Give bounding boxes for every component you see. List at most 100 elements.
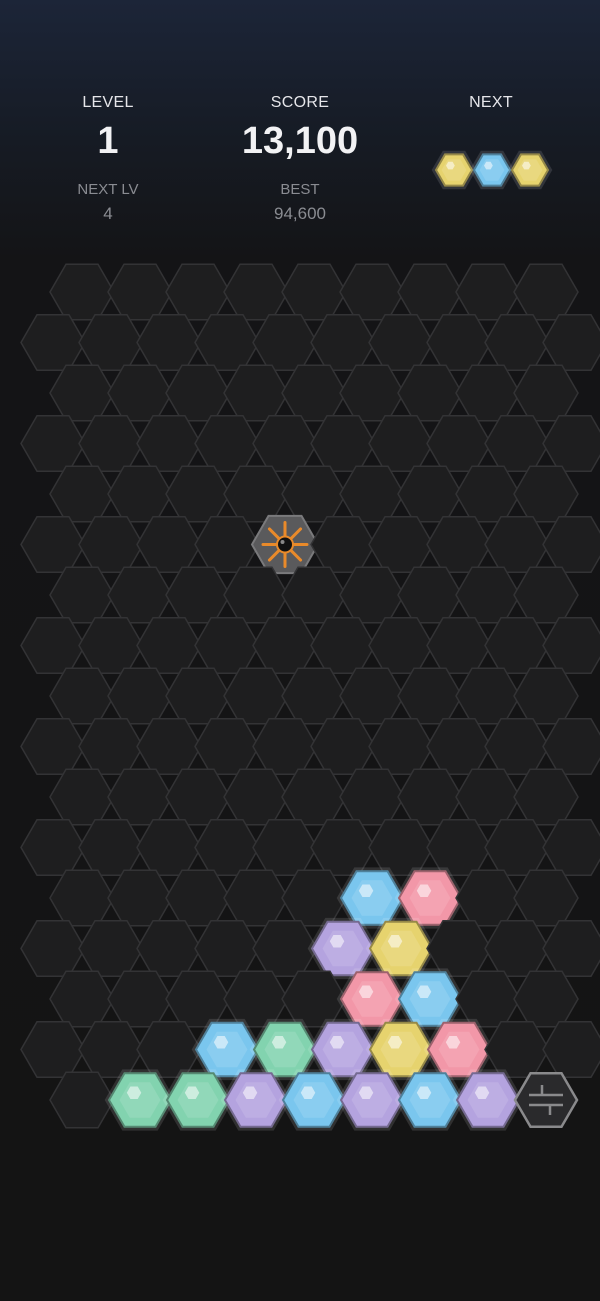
- empty-cell[interactable]: [484, 314, 550, 371]
- empty-cell[interactable]: [455, 263, 521, 321]
- empty-cell[interactable]: [513, 566, 579, 624]
- empty-cell[interactable]: [20, 819, 86, 876]
- empty-cell[interactable]: [339, 364, 405, 422]
- empty-cell[interactable]: [49, 364, 115, 422]
- empty-cell[interactable]: [165, 970, 231, 1028]
- empty-cell[interactable]: [484, 516, 550, 573]
- empty-cell[interactable]: [281, 869, 347, 927]
- empty-cell[interactable]: [252, 920, 318, 977]
- empty-cell[interactable]: [78, 314, 144, 371]
- empty-cell[interactable]: [252, 718, 318, 775]
- empty-cell[interactable]: [542, 1021, 600, 1078]
- empty-cell[interactable]: [281, 566, 347, 624]
- empty-cell[interactable]: [49, 768, 115, 826]
- empty-cell[interactable]: [20, 718, 86, 775]
- empty-cell[interactable]: [49, 869, 115, 927]
- empty-cell[interactable]: [49, 566, 115, 624]
- empty-cell[interactable]: [339, 566, 405, 624]
- empty-cell[interactable]: [194, 617, 260, 674]
- empty-cell[interactable]: [107, 667, 173, 725]
- empty-cell[interactable]: [426, 819, 492, 876]
- empty-cell[interactable]: [368, 718, 434, 775]
- empty-cell[interactable]: [455, 768, 521, 826]
- empty-cell[interactable]: [426, 314, 492, 371]
- empty-cell[interactable]: [136, 819, 202, 876]
- empty-cell[interactable]: [194, 314, 260, 371]
- empty-cell[interactable]: [78, 819, 144, 876]
- empty-cell[interactable]: [484, 718, 550, 775]
- empty-cell[interactable]: [194, 920, 260, 977]
- empty-cell[interactable]: [49, 465, 115, 523]
- empty-cell[interactable]: [78, 920, 144, 977]
- empty-cell[interactable]: [484, 1021, 550, 1078]
- empty-cell[interactable]: [78, 718, 144, 775]
- empty-cell[interactable]: [513, 768, 579, 826]
- empty-cell[interactable]: [136, 314, 202, 371]
- empty-cell[interactable]: [107, 869, 173, 927]
- empty-cell[interactable]: [20, 516, 86, 573]
- empty-cell[interactable]: [223, 364, 289, 422]
- empty-cell[interactable]: [368, 415, 434, 472]
- empty-cell[interactable]: [136, 718, 202, 775]
- empty-cell[interactable]: [339, 465, 405, 523]
- game-board[interactable]: [0, 0, 600, 1301]
- empty-cell[interactable]: [223, 465, 289, 523]
- empty-cell[interactable]: [20, 415, 86, 472]
- empty-cell[interactable]: [165, 263, 231, 321]
- empty-cell[interactable]: [310, 516, 376, 573]
- empty-cell[interactable]: [107, 465, 173, 523]
- empty-cell[interactable]: [49, 970, 115, 1028]
- empty-cell[interactable]: [165, 768, 231, 826]
- empty-cell[interactable]: [542, 617, 600, 674]
- empty-cell[interactable]: [513, 263, 579, 321]
- empty-cell[interactable]: [513, 364, 579, 422]
- empty-cell[interactable]: [484, 617, 550, 674]
- empty-cell[interactable]: [136, 920, 202, 977]
- empty-cell[interactable]: [426, 415, 492, 472]
- empty-cell[interactable]: [339, 667, 405, 725]
- empty-cell[interactable]: [542, 718, 600, 775]
- empty-cell[interactable]: [78, 1021, 144, 1078]
- empty-cell[interactable]: [310, 415, 376, 472]
- empty-cell[interactable]: [455, 465, 521, 523]
- empty-cell[interactable]: [368, 819, 434, 876]
- empty-cell[interactable]: [281, 667, 347, 725]
- empty-cell[interactable]: [484, 819, 550, 876]
- empty-cell[interactable]: [455, 364, 521, 422]
- empty-cell[interactable]: [513, 667, 579, 725]
- empty-cell[interactable]: [455, 869, 521, 927]
- empty-cell[interactable]: [20, 920, 86, 977]
- empty-cell[interactable]: [426, 920, 492, 977]
- empty-cell[interactable]: [194, 718, 260, 775]
- empty-cell[interactable]: [136, 516, 202, 573]
- empty-cell[interactable]: [165, 869, 231, 927]
- empty-cell[interactable]: [513, 465, 579, 523]
- empty-cell[interactable]: [397, 364, 463, 422]
- empty-cell[interactable]: [49, 667, 115, 725]
- empty-cell[interactable]: [136, 617, 202, 674]
- empty-cell[interactable]: [542, 314, 600, 371]
- empty-cell[interactable]: [223, 869, 289, 927]
- empty-cell[interactable]: [426, 617, 492, 674]
- bomb-icon[interactable]: [250, 514, 320, 575]
- empty-cell[interactable]: [281, 970, 347, 1028]
- empty-cell[interactable]: [107, 768, 173, 826]
- empty-cell[interactable]: [194, 819, 260, 876]
- empty-cell[interactable]: [426, 516, 492, 573]
- empty-cell[interactable]: [542, 516, 600, 573]
- empty-cell[interactable]: [252, 314, 318, 371]
- empty-cell[interactable]: [49, 263, 115, 321]
- empty-cell[interactable]: [78, 617, 144, 674]
- empty-cell[interactable]: [339, 263, 405, 321]
- empty-cell[interactable]: [78, 516, 144, 573]
- empty-cell[interactable]: [281, 263, 347, 321]
- empty-cell[interactable]: [281, 768, 347, 826]
- empty-cell[interactable]: [136, 415, 202, 472]
- empty-cell[interactable]: [281, 364, 347, 422]
- empty-cell[interactable]: [20, 617, 86, 674]
- empty-cell[interactable]: [78, 415, 144, 472]
- empty-cell[interactable]: [165, 566, 231, 624]
- empty-cell[interactable]: [513, 869, 579, 927]
- empty-cell[interactable]: [252, 617, 318, 674]
- empty-cell[interactable]: [194, 516, 260, 573]
